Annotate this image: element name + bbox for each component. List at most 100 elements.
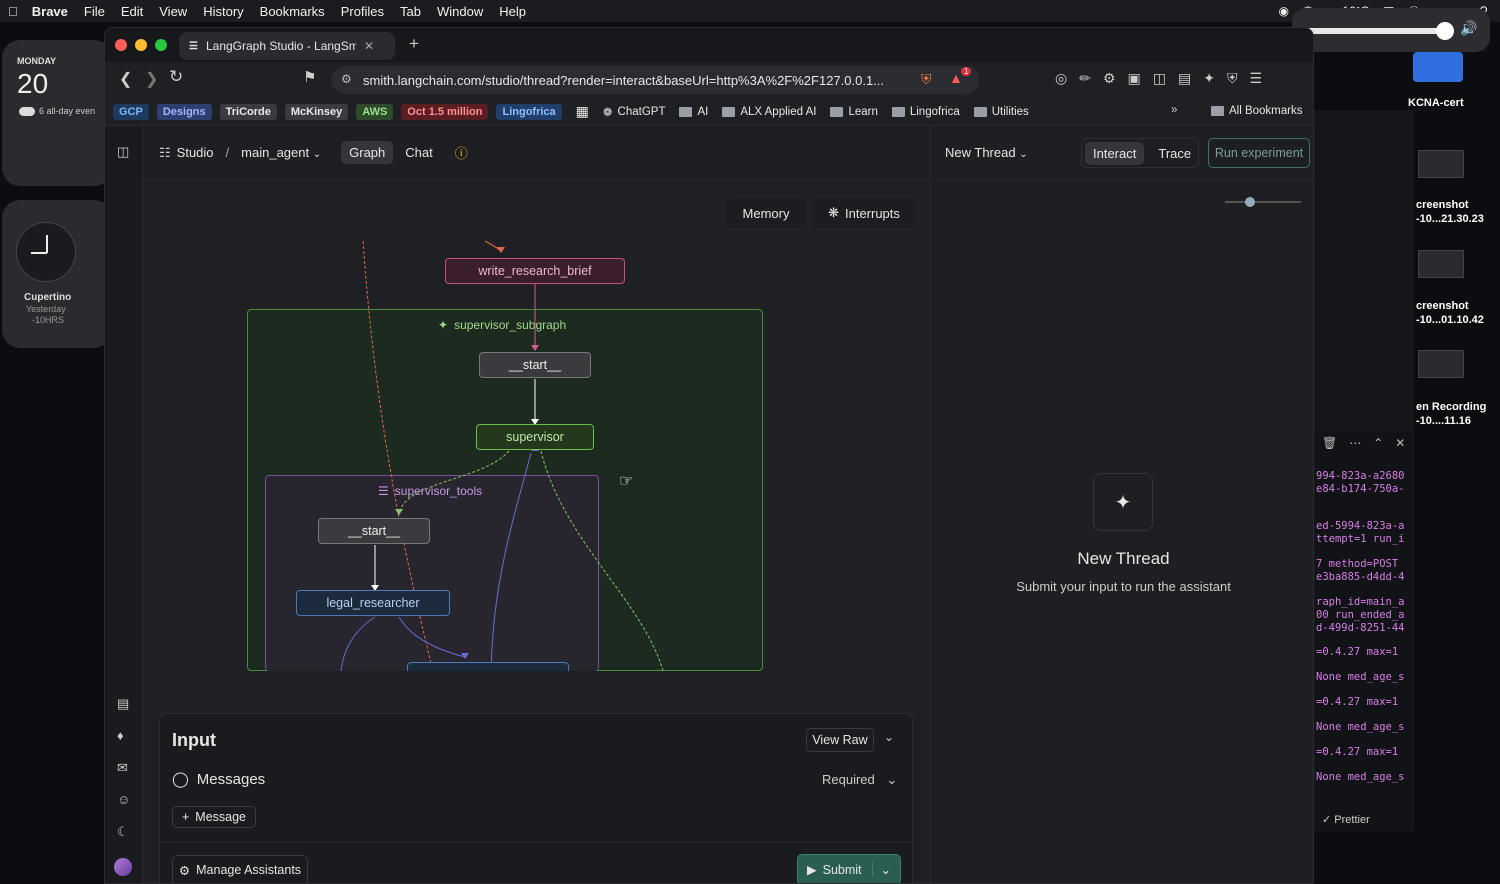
sidebar-toggle-icon[interactable]: ◫ (117, 144, 129, 160)
node-start-tools[interactable]: __start__ (318, 518, 430, 544)
volume-slider[interactable] (1304, 28, 1452, 34)
desktop-file-label[interactable]: creenshot -10...01.10.42 (1416, 299, 1484, 327)
menu-file[interactable]: File (84, 4, 105, 19)
bookmark-tag[interactable]: Designs (156, 103, 212, 120)
zoom-window-button[interactable] (155, 39, 167, 51)
site-settings-icon[interactable]: ⚙ (341, 72, 352, 86)
clock-widget[interactable]: Cupertino Yesterday -10HRS (2, 200, 112, 348)
wallet-icon[interactable]: ▤ (1178, 70, 1191, 87)
menu-profiles[interactable]: Profiles (341, 4, 384, 19)
close-icon[interactable]: ✕ (1395, 436, 1405, 450)
reload-icon[interactable]: ↻ (169, 67, 183, 87)
bookmark-tag[interactable]: McKinsey (284, 103, 349, 120)
node-legal-researcher[interactable]: legal_researcher (296, 590, 450, 616)
close-tab-icon[interactable]: ✕ (364, 39, 374, 53)
submit-button[interactable]: ▶ Submit ⌄ (797, 854, 901, 883)
mail-icon[interactable]: ✉ (117, 760, 128, 776)
close-window-button[interactable] (115, 39, 127, 51)
tab-chat[interactable]: Chat (397, 141, 440, 164)
calendar-widget[interactable]: MONDAY 20 6 all-day even (2, 40, 112, 186)
vpn-icon[interactable]: ⛨ (1227, 70, 1238, 87)
bookmark-folder-learn[interactable]: Learn (830, 106, 878, 118)
all-bookmarks[interactable]: All Bookmarks (1211, 105, 1303, 117)
bookmark-folder-ai[interactable]: AI (679, 106, 708, 118)
new-tab-button[interactable]: + (409, 34, 419, 54)
run-experiment-button[interactable]: Run experiment (1208, 138, 1310, 168)
bookmark-folder-utilities[interactable]: Utilities (973, 106, 1029, 118)
record-icon[interactable]: ◉ (1278, 4, 1288, 18)
node-supervisor[interactable]: supervisor (476, 424, 594, 450)
more-bookmarks-icon[interactable]: » (1171, 104, 1177, 116)
screenshot-thumbnail-icon[interactable] (1418, 150, 1464, 178)
menu-help[interactable]: Help (499, 4, 526, 19)
node-start[interactable]: __start__ (479, 352, 591, 378)
apple-icon[interactable]:  (8, 4, 18, 19)
trash-icon[interactable]: 🗑 (1322, 436, 1337, 450)
bookmark-tag[interactable]: Oct 1.5 million (401, 103, 489, 120)
volume-knob[interactable] (1436, 22, 1454, 40)
screenshot-thumbnail-icon[interactable] (1418, 250, 1464, 278)
required-label: Required (822, 772, 875, 787)
extensions-icon[interactable]: ⚙ (1103, 70, 1116, 87)
desktop-file-label[interactable]: en Recording -10....11.16 (1416, 400, 1486, 428)
breadcrumb-studio[interactable]: Studio (177, 145, 214, 160)
zoom-slider[interactable] (1225, 201, 1301, 203)
submit-options-icon[interactable]: ⌄ (871, 862, 891, 877)
bookmark-tag[interactable]: TriCorde (219, 103, 277, 120)
camera-icon[interactable]: ◎ (1055, 70, 1067, 87)
bookmark-tag[interactable]: GCP (113, 103, 149, 120)
bell-icon[interactable]: ♦ (117, 728, 124, 743)
manage-assistants-button[interactable]: ⚙ Manage Assistants (172, 855, 308, 883)
chevron-up-icon[interactable]: ⌃ (1373, 436, 1383, 450)
leo-ai-icon[interactable]: ✦ (1203, 70, 1215, 87)
bookmark-tag[interactable]: AWS (356, 103, 394, 120)
pen-icon[interactable]: ✏ (1079, 70, 1091, 87)
more-icon[interactable]: ⋯ (1349, 436, 1361, 450)
url-bar[interactable]: ⚙ smith.langchain.com/studio/thread?rend… (331, 66, 979, 94)
desktop-file-label[interactable]: creenshot -10...21.30.23 (1416, 198, 1484, 226)
recording-thumbnail-icon[interactable] (1418, 350, 1464, 378)
menu-view[interactable]: View (159, 4, 187, 19)
tab-graph[interactable]: Graph (341, 141, 394, 164)
minimize-window-button[interactable] (135, 39, 147, 51)
menu-tab[interactable]: Tab (400, 4, 421, 19)
apps-grid-icon[interactable]: ▦ (576, 103, 589, 120)
back-icon[interactable]: ❮ (119, 69, 132, 89)
zoom-slider-knob[interactable] (1245, 197, 1255, 207)
screenshot-icon[interactable]: ▣ (1128, 70, 1141, 87)
tab-interact[interactable]: Interact (1085, 141, 1145, 165)
avatar[interactable] (114, 858, 132, 876)
graph-selector[interactable]: main_agent ⌄ (241, 145, 321, 160)
bookmark-folder-lingofrica[interactable]: Lingofrica (891, 106, 960, 118)
node-partial[interactable] (407, 662, 569, 671)
menu-edit[interactable]: Edit (121, 4, 143, 19)
dark-mode-icon[interactable]: ☾ (117, 824, 129, 840)
required-selector[interactable]: Required ⌄ (822, 772, 897, 788)
menubar-app-name[interactable]: Brave (32, 4, 68, 19)
info-icon[interactable]: ⓘ (455, 143, 468, 162)
active-tab[interactable]: ☰ LangGraph Studio - LangSmith ✕ (179, 32, 395, 60)
bookmark-folder-alx[interactable]: ALX Applied AI (722, 106, 816, 118)
menu-icon[interactable]: ☰ (1249, 70, 1262, 87)
brave-shield-icon[interactable]: ⛨ (921, 71, 932, 88)
thread-selector[interactable]: New Thread ⌄ (945, 145, 1028, 160)
docs-icon[interactable]: ▤ (117, 696, 129, 712)
menu-window[interactable]: Window (437, 4, 483, 19)
sidebar-toggle-icon[interactable]: ◫ (1153, 70, 1166, 87)
bookmark-tag[interactable]: Lingofrica (496, 103, 562, 120)
forward-icon[interactable]: ❯ (145, 69, 158, 89)
add-user-icon[interactable]: ☺ (117, 792, 130, 807)
bookmark-chatgpt[interactable]: ❁ ChatGPT (603, 105, 666, 119)
desktop-file-name[interactable]: KCNA-cert (1408, 97, 1464, 109)
menu-bookmarks[interactable]: Bookmarks (260, 4, 325, 19)
prettier-button[interactable]: ✓ Prettier (1322, 813, 1370, 826)
chevron-down-icon[interactable]: ⌄ (884, 730, 894, 744)
menu-history[interactable]: History (203, 4, 243, 19)
node-write-research-brief[interactable]: write_research_brief (445, 258, 625, 284)
view-raw-button[interactable]: View Raw (806, 728, 874, 752)
add-message-button[interactable]: + Message (172, 806, 256, 828)
bookmark-page-icon[interactable]: ⚑ (303, 68, 316, 86)
tab-trace[interactable]: Trace (1150, 142, 1199, 165)
terminal-line: None med_age_s (1316, 771, 1405, 783)
file-thumbnail-icon[interactable] (1413, 52, 1463, 82)
